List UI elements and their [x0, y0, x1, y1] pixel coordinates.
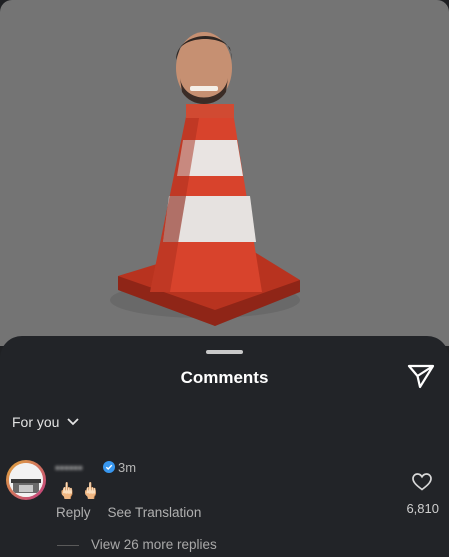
- avatar-image: [9, 463, 43, 497]
- comment-time: 3m: [118, 460, 137, 475]
- comment-actions: Reply See Translation: [56, 505, 201, 520]
- drag-handle[interactable]: [206, 350, 243, 354]
- avatar[interactable]: [6, 460, 46, 500]
- traffic-cone-image: [110, 32, 300, 326]
- post-media[interactable]: [0, 0, 449, 346]
- username[interactable]: ▪▪▪▪▪▪: [55, 460, 83, 475]
- like-count: 6,810: [406, 501, 439, 516]
- see-translation-button[interactable]: See Translation: [108, 505, 202, 520]
- reply-button[interactable]: Reply: [56, 505, 91, 520]
- comments-sheet: Comments For you ▪▪▪▪▪▪ 3m 🖕🏻🖕🏻 Reply Se…: [0, 336, 449, 557]
- replies-divider: [57, 545, 79, 546]
- paper-plane-icon[interactable]: [406, 363, 436, 389]
- filter-label: For you: [12, 414, 60, 430]
- chevron-down-icon: [67, 418, 80, 426]
- verified-badge-icon: [103, 461, 115, 473]
- heart-icon[interactable]: [412, 473, 432, 491]
- comment-filter[interactable]: For you: [12, 414, 80, 430]
- comment-text: 🖕🏻🖕🏻: [57, 483, 105, 500]
- comment-item: ▪▪▪▪▪▪ 3m 🖕🏻🖕🏻 Reply See Translation: [0, 454, 449, 554]
- view-replies-button[interactable]: View 26 more replies: [91, 537, 217, 552]
- sheet-title: Comments: [180, 368, 269, 387]
